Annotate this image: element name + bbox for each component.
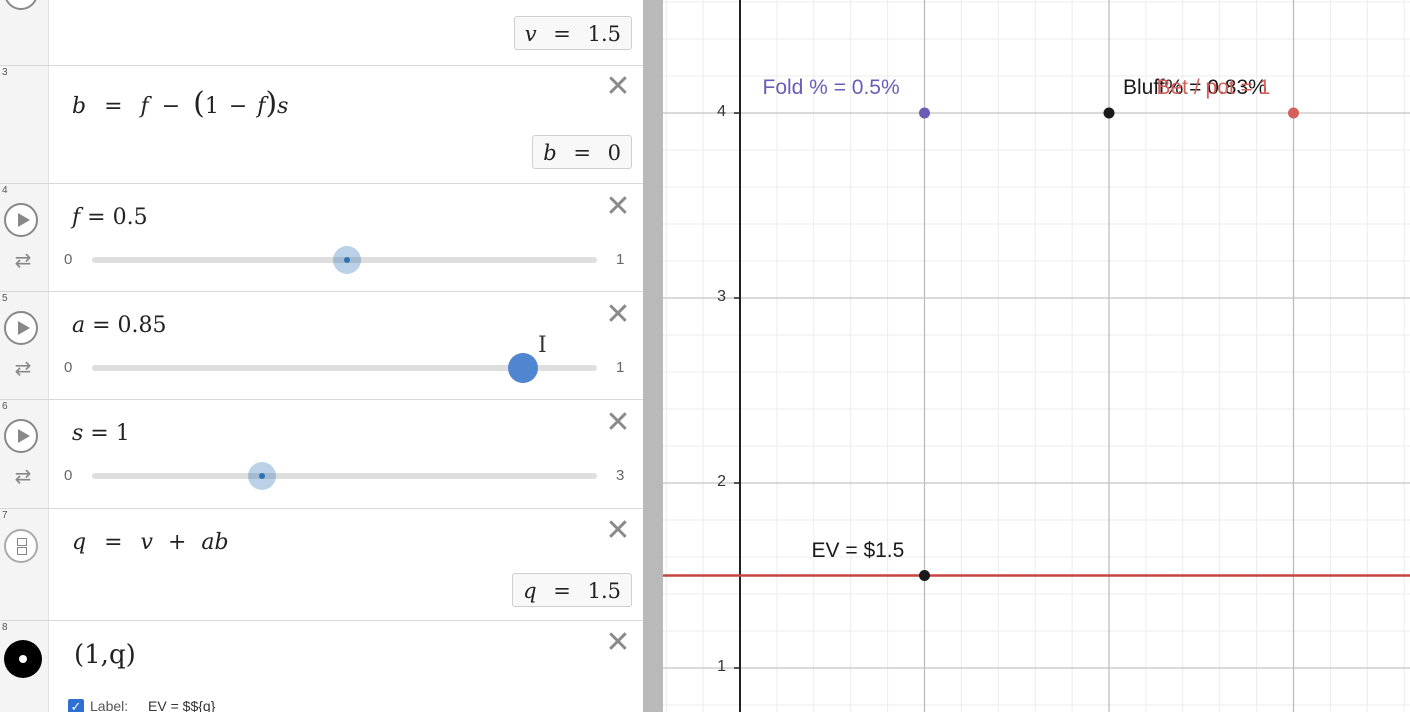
expression-number: 8 <box>2 622 8 633</box>
slider-handle-s[interactable] <box>248 462 277 490</box>
slider-row-s[interactable]: 6 ⇄ s = 1 ✕ 0 3 <box>0 399 643 509</box>
y-tick-label: 1 <box>717 658 726 675</box>
eval-value: 1.5 <box>587 579 621 603</box>
slider-handle-f[interactable] <box>332 246 361 274</box>
expression-number: 6 <box>2 401 8 412</box>
delete-expression-icon[interactable]: ✕ <box>604 72 632 102</box>
evaluation-box-q: q = 1.5 <box>512 573 632 607</box>
label-caption: Label: <box>90 698 129 712</box>
slider-formula-s[interactable]: s = 1 <box>72 421 130 446</box>
delete-expression-icon[interactable]: ✕ <box>604 192 632 222</box>
graph-canvas[interactable] <box>663 0 1410 712</box>
evaluation-box-v: v = 1.5 <box>513 16 632 50</box>
graph-point <box>919 570 930 581</box>
slider-var: s <box>72 421 84 446</box>
play-icon[interactable] <box>4 0 38 10</box>
expression-formula-q[interactable]: q = v + ab <box>72 530 229 555</box>
slider-min[interactable]: 0 <box>64 251 72 268</box>
loop-icon[interactable]: ⇄ <box>10 466 36 486</box>
eval-var: q <box>523 579 537 603</box>
eval-eq: = <box>553 579 571 603</box>
label-option-row[interactable]: ✓ Label: EV = $${q} <box>68 698 215 712</box>
expression-row-b[interactable]: 3 b = f − (1 − f)s ✕ b = 0 <box>0 65 643 184</box>
slider-min[interactable]: 0 <box>64 359 72 376</box>
slider-row-f[interactable]: 4 ⇄ f = 0.5 ✕ 0 1 <box>0 183 643 292</box>
minus-sign: − <box>161 94 181 119</box>
graph-paper[interactable]: 4 3 2 1 Fold % = 0.5% Bluff% = 0.83% Bet… <box>663 0 1410 712</box>
slider-value: 0.85 <box>117 313 167 338</box>
graph-point <box>1288 107 1299 119</box>
expression-row-q[interactable]: 7 q = v + ab ✕ q = 1.5 <box>0 508 643 621</box>
slider-max[interactable]: 3 <box>616 467 624 484</box>
point-label-fold[interactable]: Fold % = 0.5% <box>763 76 900 100</box>
play-icon[interactable] <box>4 311 38 345</box>
eval-var: v <box>524 22 537 46</box>
label-checkbox[interactable]: ✓ <box>68 699 84 712</box>
eval-value: 0 <box>607 141 621 165</box>
point-label-bet-pot[interactable]: Bet / pot = 1 <box>1157 76 1271 100</box>
evaluation-box-b: b = 0 <box>532 135 632 169</box>
plus-sign: + <box>167 530 187 555</box>
s-term: s <box>277 94 289 119</box>
slider-formula-a[interactable]: a = 0.85 <box>72 313 167 338</box>
expression-number: 5 <box>2 293 8 304</box>
loop-icon[interactable]: ⇄ <box>10 250 36 270</box>
slider-handle-a[interactable] <box>508 353 539 383</box>
convert-to-table-icon[interactable] <box>4 529 38 563</box>
delete-expression-icon[interactable]: ✕ <box>604 300 632 330</box>
close-paren: ) <box>265 86 278 121</box>
v-term: v <box>140 530 153 555</box>
point-style-icon[interactable] <box>4 640 42 678</box>
eval-var: b <box>543 141 557 165</box>
y-tick-label: 2 <box>717 473 726 490</box>
play-icon[interactable] <box>4 419 38 453</box>
expression-number: 7 <box>2 510 8 521</box>
graph-point <box>919 107 930 119</box>
lhs: b <box>72 94 87 119</box>
slider-track-s[interactable] <box>92 462 597 490</box>
slider-formula-f[interactable]: f = 0.5 <box>72 205 148 230</box>
minus-sign: − <box>228 94 248 119</box>
point-label-ev[interactable]: EV = $1.5 <box>812 539 905 563</box>
expression-number: 3 <box>2 67 8 78</box>
graph-point <box>1103 107 1115 119</box>
eval-value: 1.5 <box>587 22 621 46</box>
eval-eq: = <box>573 141 591 165</box>
expression-formula-b[interactable]: b = f − (1 − f)s <box>72 86 288 121</box>
slider-value: 1 <box>115 421 130 446</box>
loop-icon[interactable]: ⇄ <box>10 358 36 378</box>
slider-track-f[interactable] <box>92 246 597 274</box>
slider-var: f <box>72 205 81 230</box>
ab-term: ab <box>201 530 229 555</box>
f-term: f <box>140 94 149 119</box>
slider-max[interactable]: 1 <box>616 251 624 268</box>
slider-max[interactable]: 1 <box>616 359 624 376</box>
expression-number: 4 <box>2 185 8 196</box>
slider-eq: = <box>85 313 118 338</box>
eval-eq: = <box>553 22 571 46</box>
delete-expression-icon[interactable]: ✕ <box>604 516 632 546</box>
slider-value: 0.5 <box>112 205 148 230</box>
delete-expression-icon[interactable]: ✕ <box>604 408 632 438</box>
play-icon[interactable] <box>4 203 38 237</box>
open-paren: ( <box>193 86 205 121</box>
y-tick-label: 4 <box>717 103 726 120</box>
text-cursor-icon: I <box>538 333 547 358</box>
panel-resize-handle[interactable] <box>643 0 663 712</box>
slider-var: a <box>72 313 86 338</box>
expression-row-v[interactable]: v = 1.5 <box>0 0 643 66</box>
y-tick-label: 3 <box>717 288 726 305</box>
expression-formula-point[interactable]: (1,q) <box>74 640 136 670</box>
slider-min[interactable]: 0 <box>64 467 72 484</box>
lhs: q <box>72 530 87 555</box>
slider-eq: = <box>80 205 113 230</box>
delete-expression-icon[interactable]: ✕ <box>604 628 632 658</box>
one: 1 <box>204 94 219 119</box>
expression-row-point[interactable]: 8 (1,q) ✕ ✓ Label: EV = $${q} <box>0 620 643 712</box>
eq: = <box>104 530 123 555</box>
slider-track-a[interactable] <box>92 353 597 383</box>
expression-list: v = 1.5 3 b = f − (1 − f)s ✕ b = 0 4 ⇄ f… <box>0 0 643 712</box>
slider-eq: = <box>83 421 116 446</box>
label-text-input[interactable]: EV = $${q} <box>148 698 215 712</box>
